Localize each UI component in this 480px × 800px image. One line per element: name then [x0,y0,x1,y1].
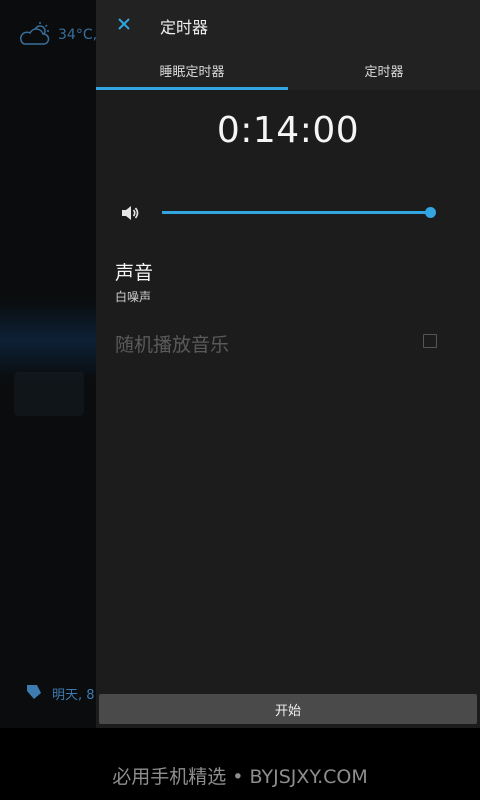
tab-timer[interactable]: 定时器 [288,50,480,90]
shuffle-checkbox[interactable] [423,334,437,348]
timer-drawer: 定时器 睡眠定时器 定时器 0:14:00 声音 白噪声 随机播放音乐 开始 [96,0,480,728]
alarm-bell-icon [24,681,44,705]
alarm-text: 明天, 8: [52,687,99,703]
sound-summary: 白噪声 [115,290,152,304]
volume-slider-fill [162,211,430,214]
background-panel [14,372,84,416]
background-app: 34°C, 明天, 8: [0,0,99,728]
volume-slider[interactable] [162,207,436,218]
start-button[interactable]: 开始 [99,694,477,724]
tab-sleep-timer[interactable]: 睡眠定时器 [96,50,288,90]
volume-icon [120,203,140,227]
shuffle-preference[interactable]: 随机播放音乐 [115,330,437,360]
alarm-widget: 明天, 8: [24,681,99,705]
close-button[interactable] [112,13,136,37]
drawer-title: 定时器 [160,18,209,37]
weather-widget: 34°C, [18,22,97,48]
timer-display[interactable]: 0:14:00 [96,110,480,151]
tab-label: 定时器 [364,64,404,80]
background-glow [0,300,96,380]
volume-row [120,198,440,228]
sound-preference[interactable]: 声音 白噪声 [115,258,153,305]
drawer-header: 定时器 [96,0,480,50]
tab-label: 睡眠定时器 [159,64,225,80]
close-icon [117,16,131,35]
watermark-text: 必用手机精选 • BYJSJXY.COM [112,766,368,788]
weather-text: 34°C, [58,27,98,43]
sound-title: 声音 [115,262,154,284]
screen: 34°C, 明天, 8: 定时器 睡眠定时器 定时器 0:14:00 声音 白噪… [0,0,480,800]
volume-slider-thumb[interactable] [425,207,436,218]
cloud-sun-icon [18,22,52,48]
shuffle-title: 随机播放音乐 [115,334,230,356]
tab-bar: 睡眠定时器 定时器 [96,50,480,90]
